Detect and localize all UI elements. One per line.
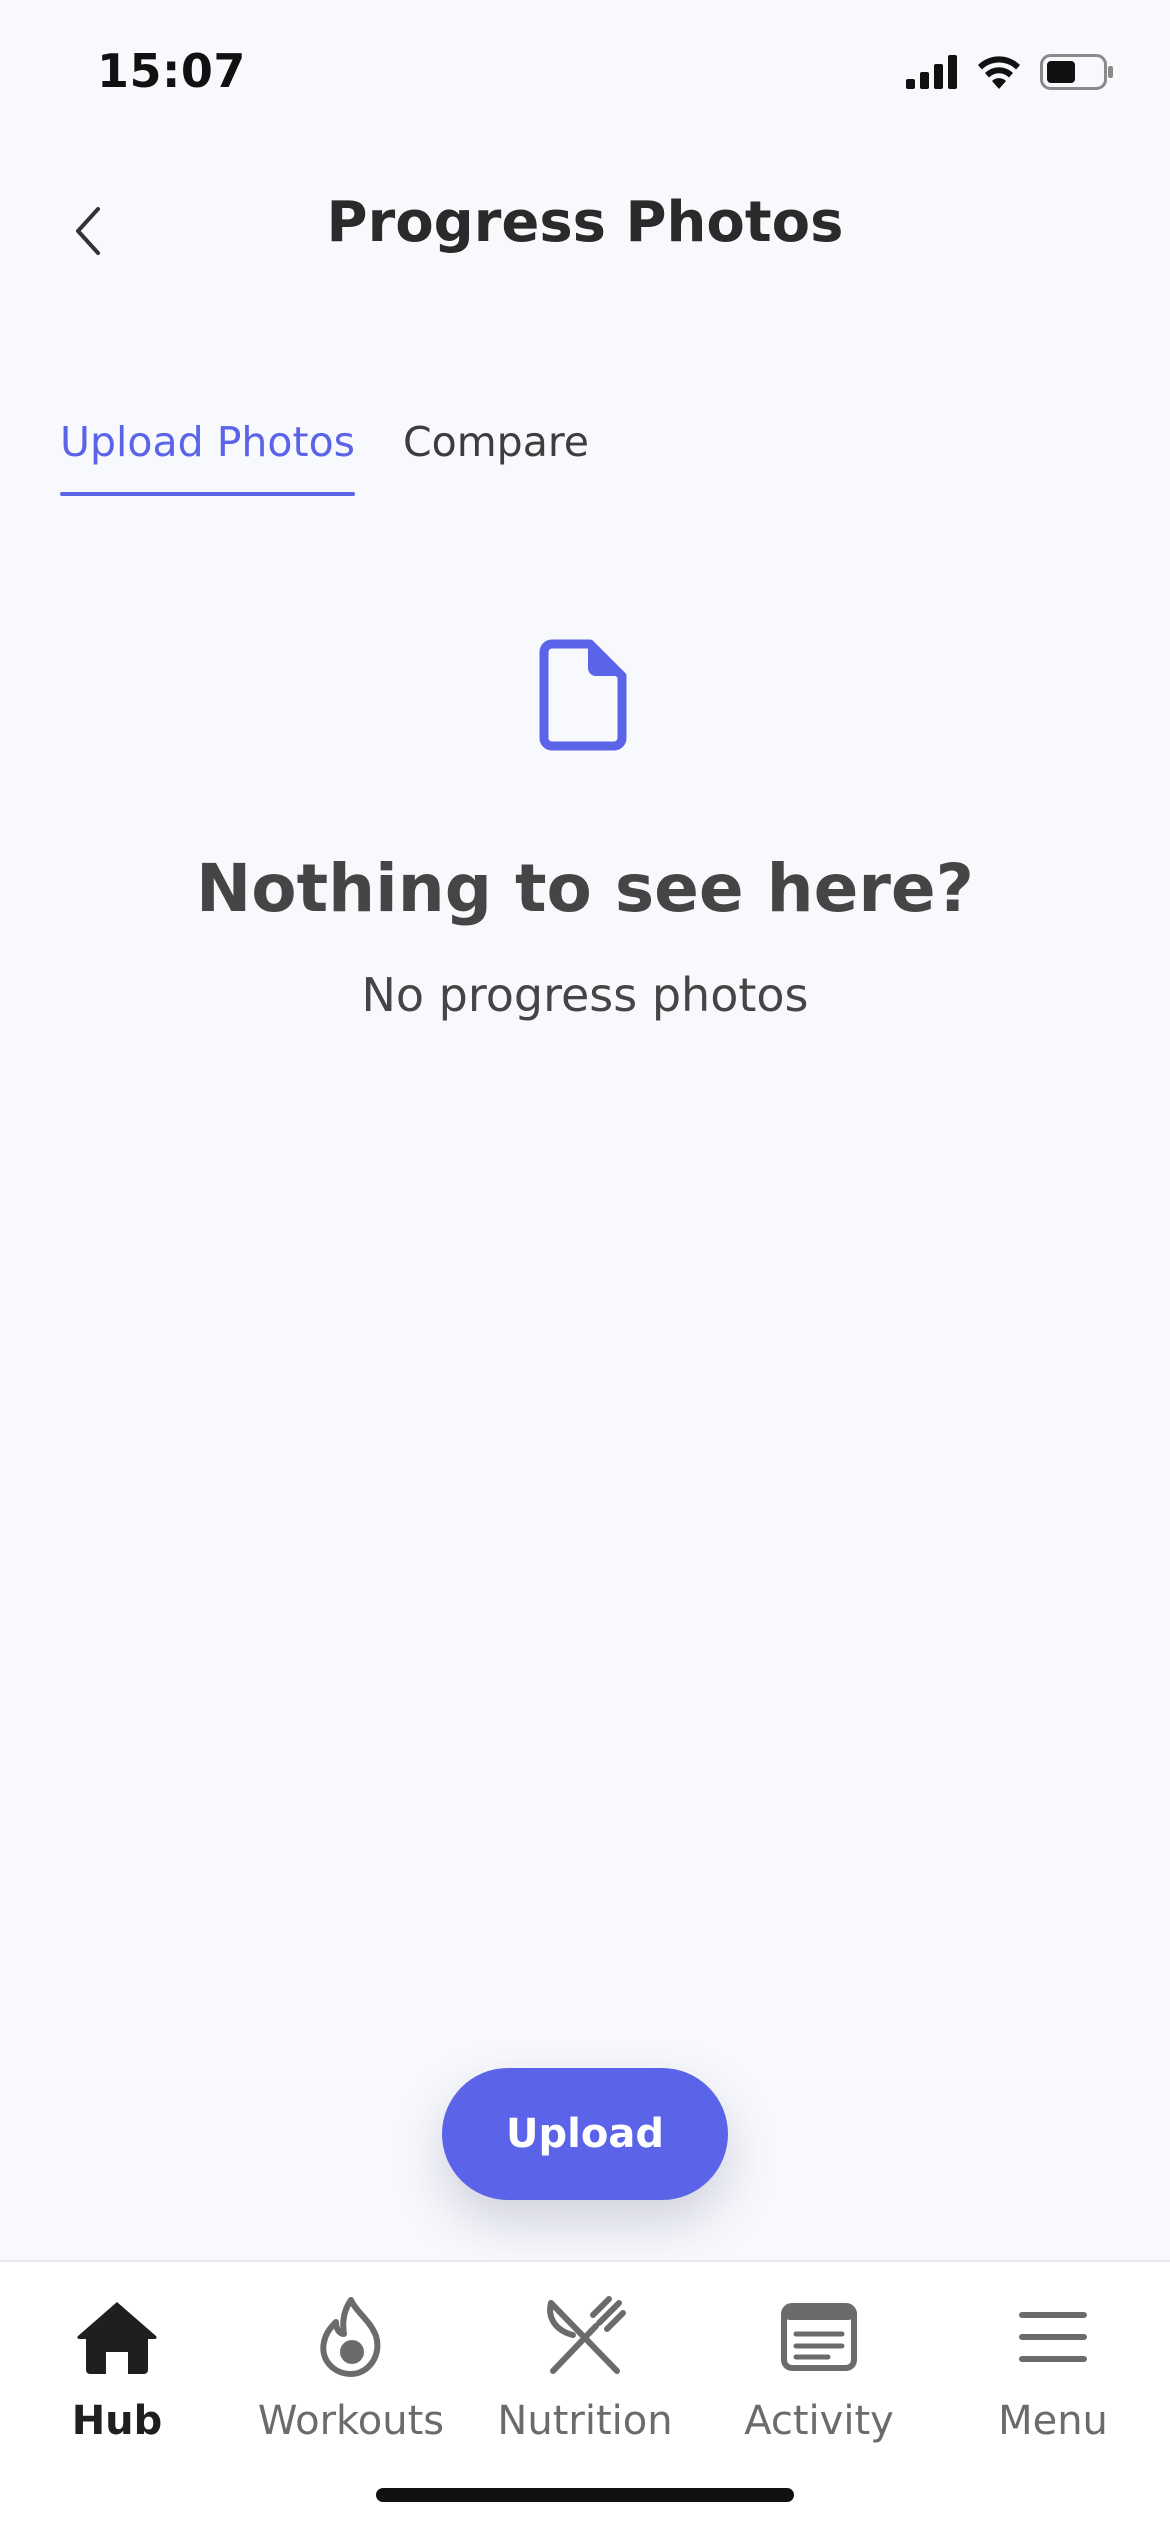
tab-bar-item-activity[interactable]: Activity xyxy=(702,2292,936,2462)
tab-bar-label-nutrition: Nutrition xyxy=(497,2398,673,2444)
tab-compare[interactable]: Compare xyxy=(403,410,589,496)
tab-bar-item-workouts[interactable]: Workouts xyxy=(234,2292,468,2462)
home-indicator xyxy=(376,2488,794,2502)
flame-icon xyxy=(306,2292,396,2382)
hamburger-icon xyxy=(1008,2292,1098,2382)
page-title: Progress Photos xyxy=(326,190,844,255)
tab-bar-label-workouts: Workouts xyxy=(257,2398,445,2444)
tab-bar-item-nutrition[interactable]: Nutrition xyxy=(468,2292,702,2462)
document-icon xyxy=(538,638,628,752)
status-time: 15:07 xyxy=(97,44,246,98)
tab-upload-photos[interactable]: Upload Photos xyxy=(60,410,356,496)
upload-button[interactable]: Upload xyxy=(442,2068,728,2200)
empty-state-title: Nothing to see here? xyxy=(196,850,974,927)
progress-photos-screen: 15:07 Progress Photos Upload Photos Comp… xyxy=(0,0,1170,2532)
tab-bar-label-hub: Hub xyxy=(71,2398,163,2444)
battery-icon xyxy=(1040,54,1114,94)
tab-bar-item-menu[interactable]: Menu xyxy=(936,2292,1170,2462)
activity-card-icon xyxy=(774,2292,864,2382)
empty-state-subtitle: No progress photos xyxy=(361,968,809,1022)
fork-knife-icon xyxy=(540,2292,630,2382)
photo-tabs: Upload Photos Compare xyxy=(60,410,589,496)
status-icons xyxy=(906,52,1114,96)
tab-bar-label-activity: Activity xyxy=(744,2398,894,2444)
wifi-icon xyxy=(976,55,1022,93)
tab-bar-item-hub[interactable]: Hub xyxy=(0,2292,234,2462)
tab-bar-label-menu: Menu xyxy=(998,2398,1108,2444)
signal-icon xyxy=(906,55,958,93)
status-bar: 15:07 xyxy=(0,0,1170,150)
home-icon xyxy=(72,2292,162,2382)
